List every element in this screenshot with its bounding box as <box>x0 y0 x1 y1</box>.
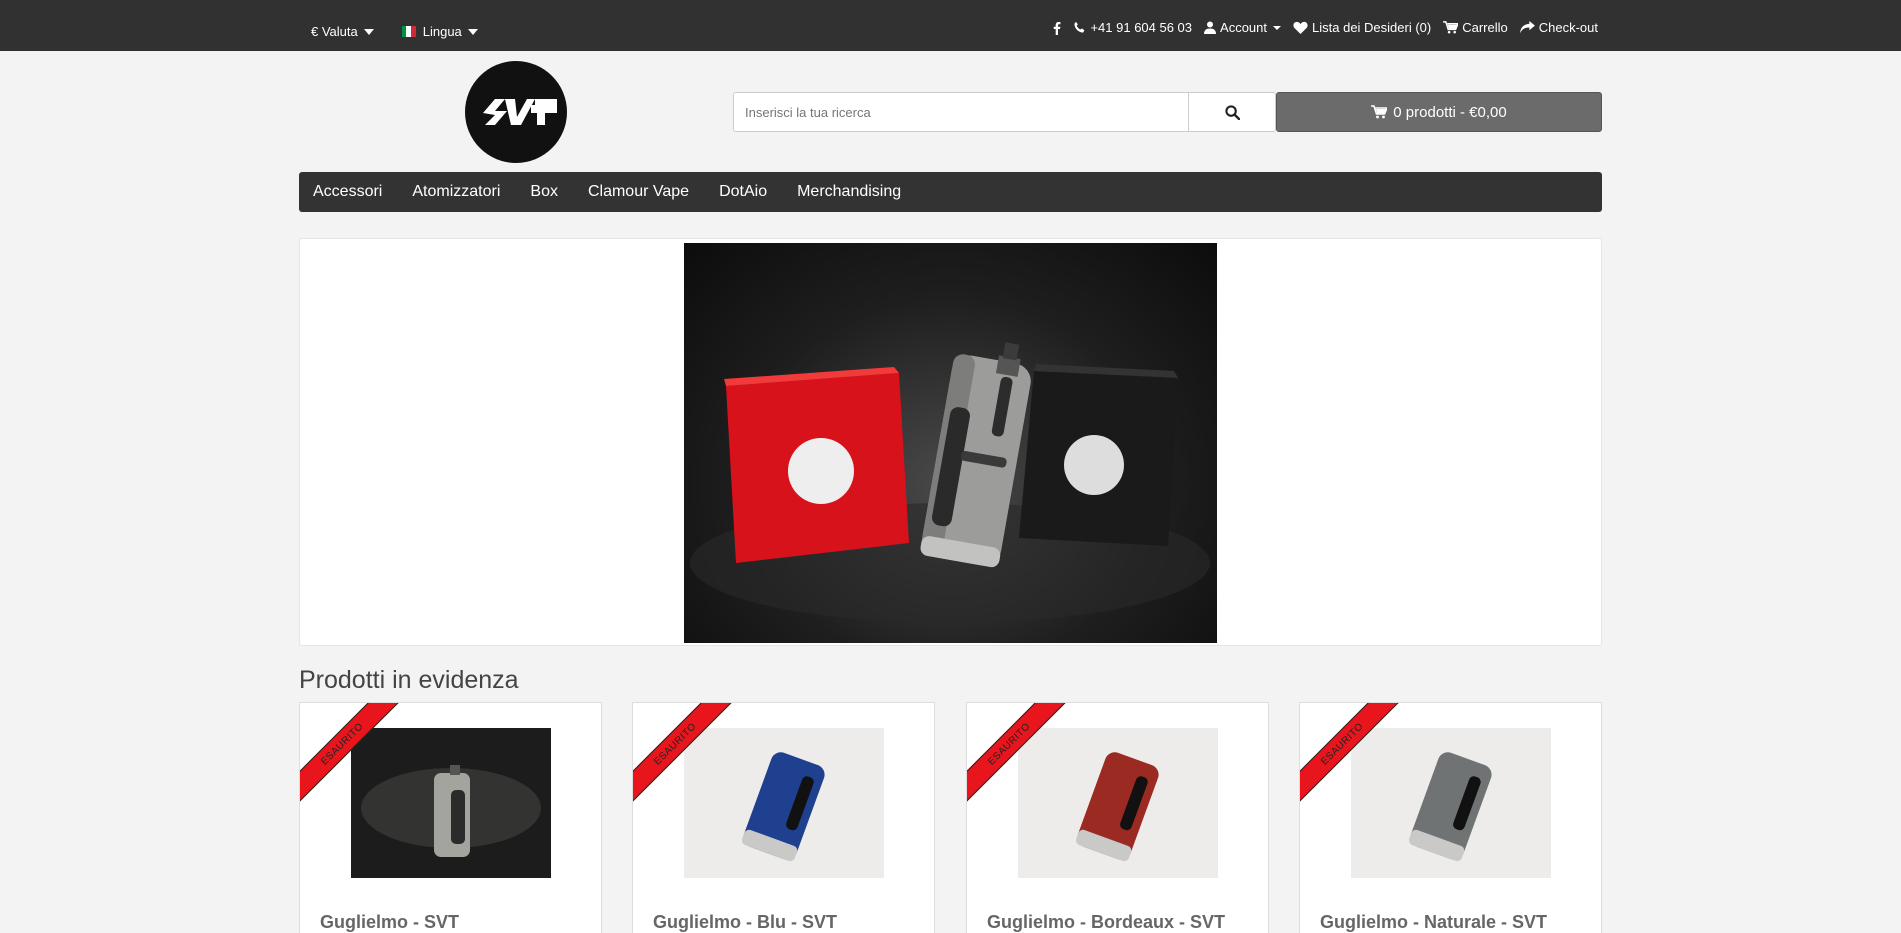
currency-label: € Valuta <box>311 24 358 39</box>
chevron-down-icon <box>363 28 374 35</box>
product-image[interactable] <box>684 728 884 878</box>
nav-item-dotaio[interactable]: DotAio <box>719 183 767 201</box>
product-photo <box>351 728 551 878</box>
product-photo <box>1018 728 1218 878</box>
nav-item-clamour-vape[interactable]: Clamour Vape <box>588 183 689 201</box>
cart-link[interactable]: Carrello <box>1443 20 1508 35</box>
product-card[interactable]: ESAURITO Guglielmo - Bordeaux - SVT <box>966 702 1269 933</box>
italy-flag-icon <box>401 26 416 37</box>
phone-icon <box>1074 21 1085 33</box>
language-dropdown[interactable]: Lingua <box>401 24 478 39</box>
cart-summary-text: 0 prodotti - €0,00 <box>1393 103 1507 121</box>
nav-item-merchandising[interactable]: Merchandising <box>797 183 901 201</box>
main-nav: Accessori Atomizzatori Box Clamour Vape … <box>299 172 1602 212</box>
wishlist-link[interactable]: Lista dei Desideri (0) <box>1293 20 1431 35</box>
share-icon <box>1519 21 1535 34</box>
product-name[interactable]: Guglielmo - Blu - SVT <box>653 912 837 933</box>
nav-item-accessori[interactable]: Accessori <box>313 183 382 201</box>
user-icon <box>1204 21 1217 34</box>
product-name[interactable]: Guglielmo - Naturale - SVT <box>1320 912 1547 933</box>
search-input[interactable] <box>733 92 1189 132</box>
featured-title: Prodotti in evidenza <box>299 666 519 694</box>
facebook-icon <box>1054 21 1061 35</box>
chevron-down-icon <box>1273 25 1282 30</box>
facebook-link[interactable] <box>1052 21 1061 35</box>
checkout-label: Check-out <box>1538 20 1598 35</box>
product-name[interactable]: Guglielmo - SVT <box>320 912 459 933</box>
cart-icon <box>1443 21 1459 34</box>
nav-item-atomizzatori[interactable]: Atomizzatori <box>412 183 500 201</box>
product-card[interactable]: ESAURITO Guglielmo - Blu - SVT <box>632 702 935 933</box>
product-image[interactable] <box>1351 728 1551 878</box>
phone-number: +41 91 604 56 03 <box>1090 20 1193 35</box>
cart-icon <box>1371 105 1388 119</box>
product-image[interactable] <box>1018 728 1218 878</box>
top-bar-right: +41 91 604 56 03 Account Lista dei Desid… <box>1052 20 1598 35</box>
nav-item-box[interactable]: Box <box>530 183 558 201</box>
account-label: Account <box>1220 20 1268 35</box>
product-image[interactable] <box>351 728 551 878</box>
search-icon <box>1224 104 1240 120</box>
hero-banner-image[interactable] <box>684 243 1217 643</box>
heart-icon <box>1293 21 1308 34</box>
chevron-down-icon <box>467 28 478 35</box>
top-bar-left: € Valuta Lingua <box>311 24 478 39</box>
wishlist-label: Lista dei Desideri (0) <box>1312 20 1432 35</box>
cart-summary-button[interactable]: 0 prodotti - €0,00 <box>1276 92 1602 132</box>
product-photo <box>684 728 884 878</box>
svt-logo-mark <box>483 99 557 125</box>
product-name[interactable]: Guglielmo - Bordeaux - SVT <box>987 912 1225 933</box>
search-button[interactable] <box>1189 92 1276 132</box>
top-bar: € Valuta Lingua +41 91 604 56 03 Account… <box>0 0 1901 51</box>
account-dropdown[interactable]: Account <box>1204 20 1282 35</box>
product-photo <box>690 342 1210 623</box>
hero-banner <box>299 238 1602 646</box>
product-card[interactable]: ESAURITO Guglielmo - Naturale - SVT <box>1299 702 1602 933</box>
cart-label: Carrello <box>1462 20 1508 35</box>
currency-dropdown[interactable]: € Valuta <box>311 24 374 39</box>
phone-link[interactable]: +41 91 604 56 03 <box>1073 20 1192 35</box>
product-photo <box>1351 728 1551 878</box>
product-card[interactable]: ESAURITO Guglielmo - SVT <box>299 702 602 933</box>
language-label: Lingua <box>422 24 462 39</box>
site-logo[interactable] <box>465 61 567 163</box>
checkout-link[interactable]: Check-out <box>1519 20 1598 35</box>
